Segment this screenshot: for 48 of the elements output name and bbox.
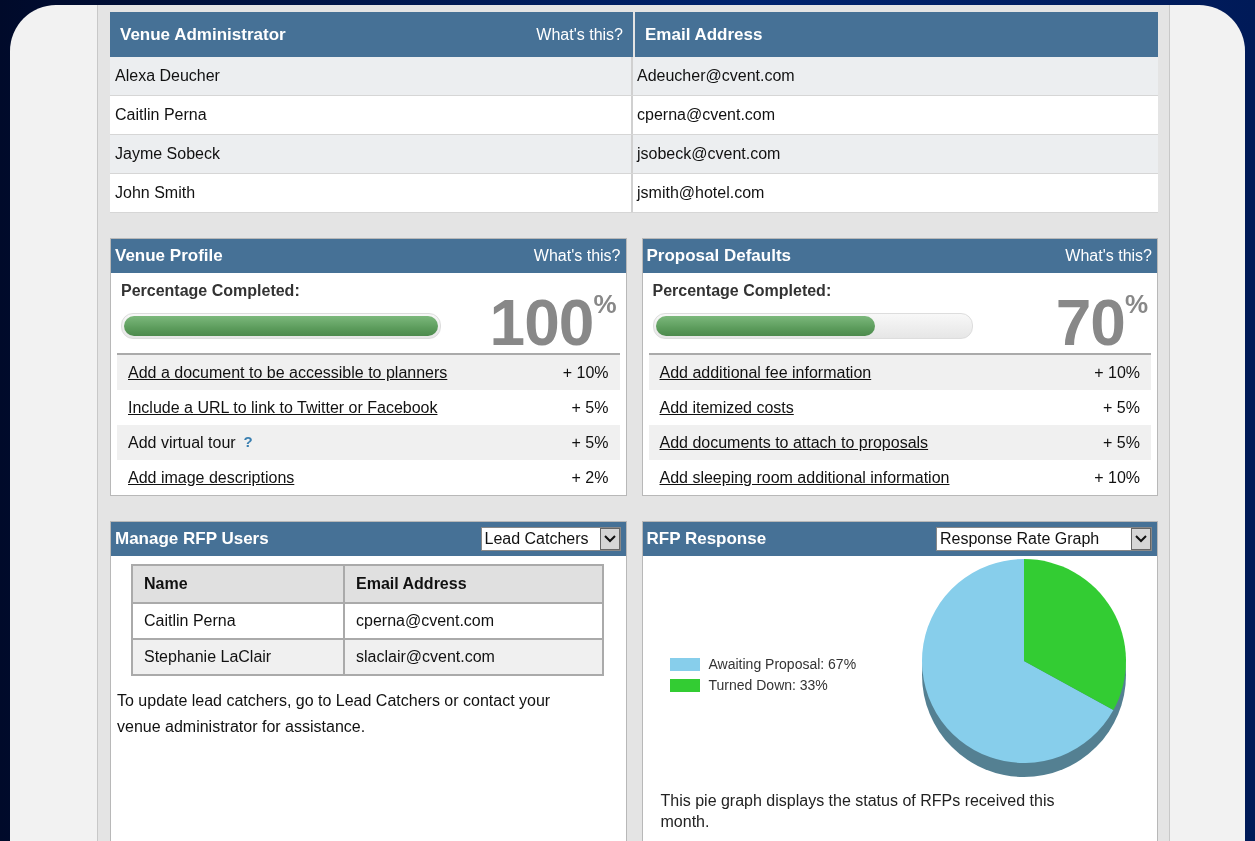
panel-title: Manage RFP Users: [115, 528, 269, 551]
table-cell-text: Adeucher@cvent.com: [636, 66, 796, 86]
percentage-label: Percentage Completed:: [652, 281, 833, 301]
task-link[interactable]: Add image descriptions: [128, 465, 295, 490]
dropdown[interactable]: Response Rate Graph: [936, 527, 1152, 551]
table-cell-text: cperna@cvent.com: [355, 611, 496, 631]
percentage-label: Percentage Completed:: [121, 281, 301, 301]
points-value: + 5%: [571, 397, 609, 418]
table-cell: John Smith: [110, 174, 633, 212]
points-value: + 5%: [1103, 397, 1140, 418]
points-value: + 5%: [1103, 432, 1140, 453]
panel-title: RFP Response: [646, 528, 767, 551]
task-link[interactable]: Add sleeping room additional information: [659, 465, 950, 490]
percentage-value: 100$^{%}$: [489, 291, 616, 353]
task-label: Add virtual tour: [128, 432, 236, 453]
task-link[interactable]: Add a document to be accessible to planners: [128, 360, 448, 385]
help-text: To update lead catchers, go to Lead Catchers or contact your venue administrator for assistance.: [117, 691, 552, 738]
column-heading: Email Address: [645, 23, 763, 46]
legend-label: Turned Down: 33%: [708, 675, 828, 695]
caret-icon: [603, 535, 616, 543]
table-cell: Stephanie LaClair: [133, 640, 345, 674]
table-cell-text: cperna@cvent.com: [636, 105, 777, 125]
panel-title: Proposal Defaults: [646, 245, 792, 268]
help-link[interactable]: What's this?: [1065, 244, 1152, 268]
column-heading: Venue Administrator: [120, 23, 286, 46]
points-value: + 10%: [1094, 467, 1140, 488]
legend-label: Awaiting Proposal: 67%: [708, 654, 857, 674]
lead-catchers-link[interactable]: Lead Catchers: [335, 692, 440, 709]
points-value: + 2%: [571, 467, 609, 488]
points-value: + 5%: [571, 432, 609, 453]
percentage-value: 70$^{%}$: [1055, 291, 1147, 353]
help-icon[interactable]: ?: [243, 431, 253, 454]
task-link[interactable]: Add itemized costs: [659, 395, 794, 420]
column-heading: Email Address: [355, 574, 468, 594]
panel-title: Venue Profile: [115, 245, 223, 268]
caret-icon: [1135, 535, 1147, 543]
table-cell-text: jsmith@hotel.com: [635, 183, 766, 203]
points-value: + 10%: [562, 362, 609, 383]
points-value: + 10%: [1094, 362, 1140, 383]
dropdown[interactable]: Lead Catchers: [480, 527, 621, 551]
chart-caption: This pie graph displays the status of RFPs received this month.: [660, 791, 1056, 832]
help-link[interactable]: What's this?: [533, 244, 621, 268]
table-cell-text: slaclair@cvent.com: [355, 647, 496, 667]
task-link[interactable]: Add additional fee information: [659, 360, 872, 385]
task-link[interactable]: Add documents to attach to proposals: [659, 430, 929, 455]
help-link[interactable]: What's this?: [536, 22, 623, 47]
task-link[interactable]: Include a URL to link to Twitter or Facebook: [128, 395, 438, 420]
table-cell-text: jsobeck@cvent.com: [635, 144, 782, 164]
